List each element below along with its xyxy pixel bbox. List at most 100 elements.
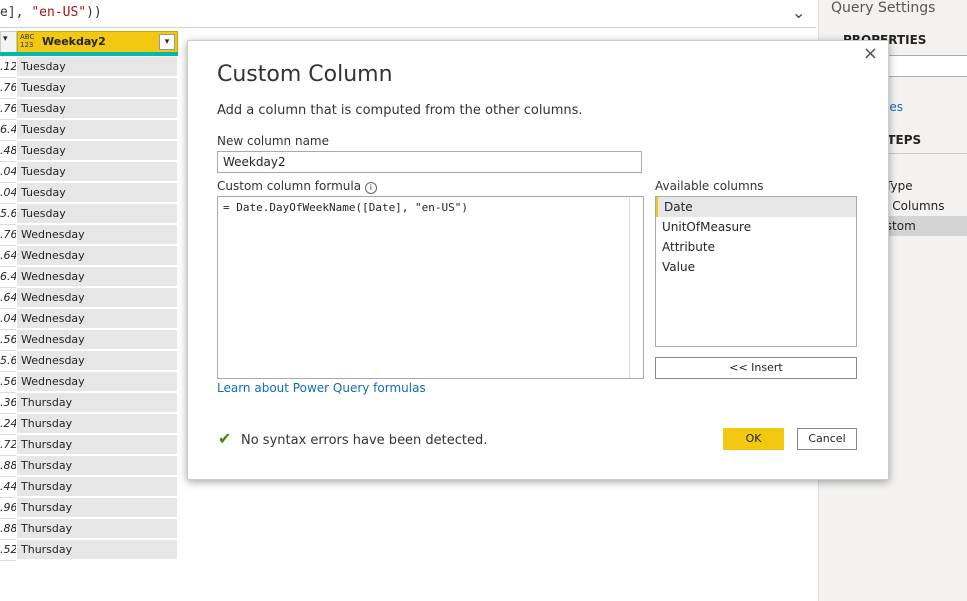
table-row: .76 Tuesday: [0, 99, 178, 120]
table-row: .96 Thursday: [0, 498, 178, 519]
cell-prev[interactable]: .76: [0, 225, 16, 246]
available-column-item[interactable]: UnitOfMeasure: [656, 217, 856, 237]
cell-prev[interactable]: 6.4: [0, 120, 16, 141]
close-icon[interactable]: ×: [863, 43, 878, 64]
column-header-label: Weekday2: [42, 35, 106, 48]
dialog-title: Custom Column: [217, 62, 393, 87]
available-column-item[interactable]: Attribute: [656, 237, 856, 257]
cell-weekday2[interactable]: Tuesday: [17, 57, 177, 77]
table-row: .72 Thursday: [0, 435, 178, 456]
cell-prev[interactable]: .96: [0, 498, 16, 519]
cell-weekday2[interactable]: Thursday: [17, 435, 177, 455]
cell-prev[interactable]: 5.6: [0, 351, 16, 372]
cell-weekday2[interactable]: Tuesday: [17, 99, 177, 119]
table-row: .76 Tuesday: [0, 78, 178, 99]
cell-weekday2[interactable]: Thursday: [17, 477, 177, 497]
filter-dropdown-icon[interactable]: ▾: [159, 34, 175, 50]
cell-weekday2[interactable]: Wednesday: [17, 246, 177, 266]
table-row: .88 Thursday: [0, 456, 178, 477]
cell-weekday2[interactable]: Wednesday: [17, 309, 177, 329]
table-row: 6.4 Wednesday: [0, 267, 178, 288]
cell-prev[interactable]: .72: [0, 435, 16, 456]
formula-editor[interactable]: = Date.DayOfWeekName([Date], "en-US"): [217, 196, 644, 379]
cell-prev[interactable]: 5.6: [0, 204, 16, 225]
cell-prev[interactable]: .64: [0, 288, 16, 309]
cell-weekday2[interactable]: Tuesday: [17, 120, 177, 140]
cell-weekday2[interactable]: Thursday: [17, 393, 177, 413]
cell-prev[interactable]: 6.4: [0, 267, 16, 288]
cancel-button[interactable]: Cancel: [797, 428, 857, 450]
type-any-icon[interactable]: ABC 123: [20, 33, 34, 49]
cell-weekday2[interactable]: Wednesday: [17, 351, 177, 371]
cell-prev[interactable]: .44: [0, 477, 16, 498]
available-columns-list[interactable]: Date UnitOfMeasure Attribute Value: [655, 196, 857, 347]
cell-weekday2[interactable]: Thursday: [17, 519, 177, 539]
scrollbar[interactable]: [629, 197, 643, 378]
filter-dropdown-icon[interactable]: ▾: [3, 34, 8, 44]
cell-prev[interactable]: .48: [0, 141, 16, 162]
table-row: .48 Tuesday: [0, 141, 178, 162]
cell-weekday2[interactable]: Wednesday: [17, 372, 177, 392]
syntax-status: No syntax errors have been detected.: [241, 433, 488, 448]
query-settings-title: Query Settings: [831, 0, 936, 16]
cell-weekday2[interactable]: Tuesday: [17, 162, 177, 182]
available-column-item[interactable]: Date: [656, 197, 856, 217]
cell-prev[interactable]: .88: [0, 456, 16, 477]
cell-prev[interactable]: .88: [0, 519, 16, 540]
table-row: .24 Thursday: [0, 414, 178, 435]
table-row: .56 Wednesday: [0, 372, 178, 393]
cell-prev[interactable]: .64: [0, 246, 16, 267]
table-row: .76 Wednesday: [0, 225, 178, 246]
cell-prev[interactable]: .56: [0, 330, 16, 351]
cell-prev[interactable]: .56: [0, 372, 16, 393]
column-name-input[interactable]: Weekday2: [217, 151, 642, 173]
cell-weekday2[interactable]: Tuesday: [17, 204, 177, 224]
table-row: .88 Thursday: [0, 519, 178, 540]
table-row: .36 Thursday: [0, 393, 178, 414]
checkmark-icon: ✔: [218, 429, 232, 448]
available-columns-label: Available columns: [655, 179, 764, 193]
available-column-item[interactable]: Value: [656, 257, 856, 277]
cell-weekday2[interactable]: Thursday: [17, 456, 177, 476]
insert-button[interactable]: << Insert: [655, 357, 857, 379]
table-row: .56 Wednesday: [0, 330, 178, 351]
cell-weekday2[interactable]: Wednesday: [17, 330, 177, 350]
formula-text: e], "en-US")): [0, 5, 102, 20]
cell-weekday2[interactable]: Thursday: [17, 540, 177, 560]
cell-prev[interactable]: .04: [0, 309, 16, 330]
cell-prev[interactable]: .24: [0, 414, 16, 435]
cell-weekday2[interactable]: Thursday: [17, 498, 177, 518]
column-name-label: New column name: [217, 134, 330, 148]
prev-column-header[interactable]: ▾: [0, 31, 17, 54]
cell-prev[interactable]: .76: [0, 99, 16, 120]
cell-prev[interactable]: .04: [0, 162, 16, 183]
table-row: .52 Thursday: [0, 540, 178, 561]
formula-bar[interactable]: e], "en-US")) ⌄: [0, 0, 816, 28]
table-row: .64 Wednesday: [0, 288, 178, 309]
table-row: .04 Tuesday: [0, 162, 178, 183]
column-header-weekday2[interactable]: ABC 123 Weekday2 ▾: [17, 31, 178, 54]
cell-prev[interactable]: .04: [0, 183, 16, 204]
cell-weekday2[interactable]: Tuesday: [17, 183, 177, 203]
cell-weekday2[interactable]: Wednesday: [17, 225, 177, 245]
cell-prev[interactable]: .52: [0, 540, 16, 561]
cell-weekday2[interactable]: Tuesday: [17, 141, 177, 161]
cell-prev[interactable]: .76: [0, 78, 16, 99]
ok-button[interactable]: OK: [723, 428, 784, 450]
table-row: 5.6 Tuesday: [0, 204, 178, 225]
table-row: 6.4 Tuesday: [0, 120, 178, 141]
learn-formulas-link[interactable]: Learn about Power Query formulas: [217, 381, 426, 395]
cell-weekday2[interactable]: Wednesday: [17, 288, 177, 308]
info-icon[interactable]: i: [364, 182, 377, 194]
cell-weekday2[interactable]: Tuesday: [17, 78, 177, 98]
table-row: .12 Tuesday: [0, 57, 178, 78]
table-row: .04 Tuesday: [0, 183, 178, 204]
expand-chevron-icon[interactable]: ⌄: [792, 3, 805, 22]
cell-prev[interactable]: .36: [0, 393, 16, 414]
cell-weekday2[interactable]: Wednesday: [17, 267, 177, 287]
column-quality-bar: [0, 52, 178, 56]
table-row: .04 Wednesday: [0, 309, 178, 330]
cell-prev[interactable]: .12: [0, 57, 16, 78]
cell-weekday2[interactable]: Thursday: [17, 414, 177, 434]
formula-label: Custom column formula: [217, 179, 362, 193]
